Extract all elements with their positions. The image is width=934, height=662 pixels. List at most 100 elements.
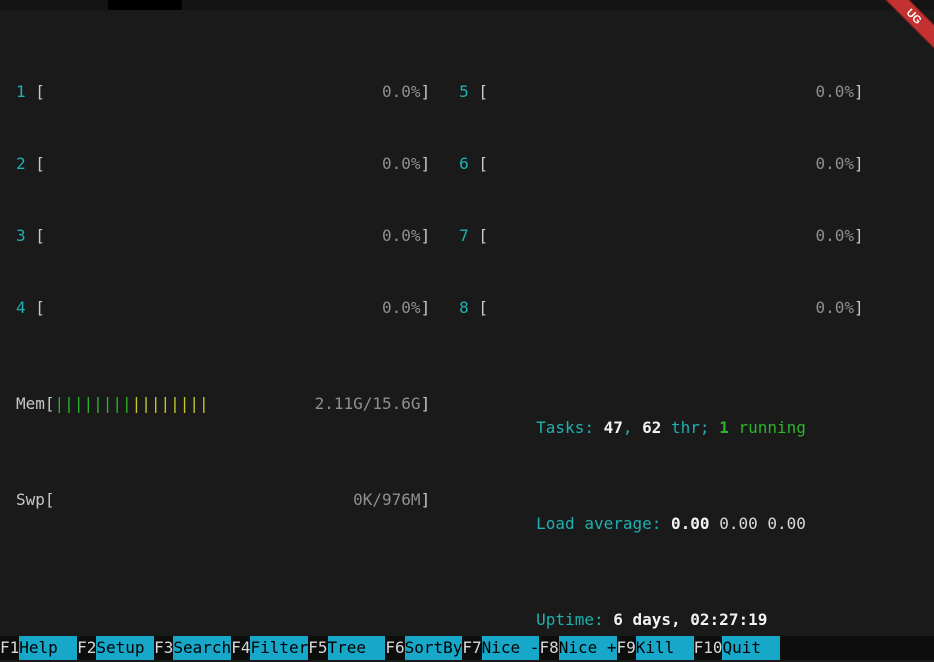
- cpu-meter-line: 4 [0.0%] 8 [0.0%]: [16, 296, 934, 320]
- cpu-meter-value: 0.0%: [382, 152, 421, 176]
- cpu-meter-line: 3 [0.0%] 7 [0.0%]: [16, 224, 934, 248]
- fn-button-f3[interactable]: F3Search: [154, 636, 231, 660]
- mem-tasks-line: Mem[||||||||||||||||2.11G/15.6G] Tasks: …: [16, 392, 934, 416]
- meter-close-bracket: ]: [421, 152, 431, 176]
- fn-action-label: Quit: [722, 636, 780, 660]
- fn-key-label: F8: [539, 636, 558, 660]
- fn-action-label: Nice -: [482, 636, 540, 660]
- threads-label: thr;: [661, 418, 719, 437]
- uptime-label: Uptime:: [536, 610, 613, 629]
- htop-header: 1 [0.0%] 5 [0.0%] 2 [0.0%] 6 [0.0%] 3 [0…: [0, 10, 934, 656]
- cpu-meter-8: 8 [0.0%]: [459, 296, 864, 320]
- meter-open-bracket: [: [35, 224, 45, 248]
- running-label: running: [729, 418, 806, 437]
- fn-action-label: Setup: [96, 636, 154, 660]
- cpu-meter-label: 6: [459, 152, 478, 176]
- tasks-separator: ,: [623, 418, 642, 437]
- meter-close-bracket: ]: [421, 80, 431, 104]
- cpu-meter-label: 1: [16, 80, 35, 104]
- meter-close-bracket: ]: [421, 392, 431, 416]
- mem-used-bars: ||||||||: [55, 394, 132, 413]
- fn-action-label: Kill: [636, 636, 694, 660]
- memory-meter-bars: ||||||||||||||||: [55, 392, 209, 416]
- chrome-strip-segment: [108, 0, 182, 10]
- swap-load-line: Swp[0K/976M] Load average: 0.00 0.00 0.0…: [16, 488, 934, 512]
- fn-action-label: Search: [173, 636, 231, 660]
- load-15min: 0.00: [767, 514, 806, 533]
- load-5min: 0.00: [719, 514, 767, 533]
- blank-filler: [16, 584, 430, 608]
- cpu-meter-4: 4 [0.0%]: [16, 296, 430, 320]
- meter-close-bracket: ]: [421, 488, 431, 512]
- memory-meter: Mem[||||||||||||||||2.11G/15.6G]: [16, 392, 430, 416]
- running-count: 1: [719, 418, 729, 437]
- swap-meter-value: 0K/976M: [353, 488, 420, 512]
- cpu-meter-3: 3 [0.0%]: [16, 224, 430, 248]
- tasks-summary: Tasks: 47, 62 thr; 1 running: [459, 392, 806, 416]
- fn-button-f7[interactable]: F7Nice -: [462, 636, 539, 660]
- meter-close-bracket: ]: [854, 296, 864, 320]
- tasks-count: 47: [604, 418, 623, 437]
- meter-open-bracket: [: [35, 152, 45, 176]
- uptime-value: 6 days, 02:27:19: [613, 610, 767, 629]
- cpu-meter-line: 1 [0.0%] 5 [0.0%]: [16, 80, 934, 104]
- fn-action-label: Nice +: [559, 636, 617, 660]
- meter-close-bracket: ]: [854, 80, 864, 104]
- cpu-meter-5: 5 [0.0%]: [459, 80, 864, 104]
- fn-button-f8[interactable]: F8Nice +: [539, 636, 616, 660]
- function-key-bar: F1HelpF2SetupF3SearchF4FilterF5TreeF6Sor…: [0, 636, 934, 660]
- mem-cache-bars: ||||||||: [132, 394, 209, 413]
- meter-open-bracket: [: [35, 80, 45, 104]
- fn-key-label: F2: [77, 636, 96, 660]
- cpu-meter-value: 0.0%: [382, 224, 421, 248]
- fn-key-label: F9: [617, 636, 636, 660]
- fn-button-f5[interactable]: F5Tree: [308, 636, 385, 660]
- cpu-meter-label: 4: [16, 296, 35, 320]
- cpu-meter-value: 0.0%: [816, 80, 855, 104]
- fn-button-f4[interactable]: F4Filter: [231, 636, 308, 660]
- meter-open-bracket: [: [35, 296, 45, 320]
- load-average: Load average: 0.00 0.00 0.00: [459, 488, 806, 512]
- fn-action-label: Tree: [328, 636, 386, 660]
- fn-button-f1[interactable]: F1Help: [0, 636, 77, 660]
- meter-close-bracket: ]: [421, 296, 431, 320]
- meter-open-bracket: [: [478, 224, 488, 248]
- fn-button-f6[interactable]: F6SortBy: [385, 636, 462, 660]
- htop-terminal: UG 1 [0.0%] 5 [0.0%] 2 [0.0%] 6 [0.0%] 3…: [0, 0, 934, 662]
- meter-close-bracket: ]: [854, 224, 864, 248]
- cpu-meter-7: 7 [0.0%]: [459, 224, 864, 248]
- fn-action-label: Filter: [250, 636, 308, 660]
- cpu-meter-label: 3: [16, 224, 35, 248]
- cpu-meter-label: 5: [459, 80, 478, 104]
- cpu-meter-1: 1 [0.0%]: [16, 80, 430, 104]
- meter-open-bracket: [: [478, 80, 488, 104]
- cpu-meter-value: 0.0%: [816, 152, 855, 176]
- window-chrome-strip: [0, 0, 934, 10]
- cpu-meter-label: 2: [16, 152, 35, 176]
- fn-key-label: F3: [154, 636, 173, 660]
- fn-key-label: F4: [231, 636, 250, 660]
- fn-button-f2[interactable]: F2Setup: [77, 636, 154, 660]
- fn-button-f9[interactable]: F9Kill: [617, 636, 694, 660]
- swap-meter-label: Swp: [16, 488, 45, 512]
- meter-close-bracket: ]: [854, 152, 864, 176]
- load-label: Load average:: [536, 514, 671, 533]
- uptime-line: Uptime: 6 days, 02:27:19: [16, 584, 934, 608]
- cpu-meter-value: 0.0%: [382, 80, 421, 104]
- meter-close-bracket: ]: [421, 224, 431, 248]
- cpu-meter-6: 6 [0.0%]: [459, 152, 864, 176]
- cpu-meter-label: 8: [459, 296, 478, 320]
- meter-open-bracket: [: [45, 392, 55, 416]
- cpu-meter-line: 2 [0.0%] 6 [0.0%]: [16, 152, 934, 176]
- fn-key-label: F10: [694, 636, 723, 660]
- fn-key-label: F1: [0, 636, 19, 660]
- load-1min: 0.00: [671, 514, 719, 533]
- fn-key-label: F5: [308, 636, 327, 660]
- meter-open-bracket: [: [478, 152, 488, 176]
- fn-key-label: F6: [385, 636, 404, 660]
- cpu-meter-value: 0.0%: [382, 296, 421, 320]
- meter-open-bracket: [: [478, 296, 488, 320]
- tasks-label: Tasks:: [536, 418, 603, 437]
- fn-button-f10[interactable]: F10Quit: [694, 636, 781, 660]
- memory-meter-label: Mem: [16, 392, 45, 416]
